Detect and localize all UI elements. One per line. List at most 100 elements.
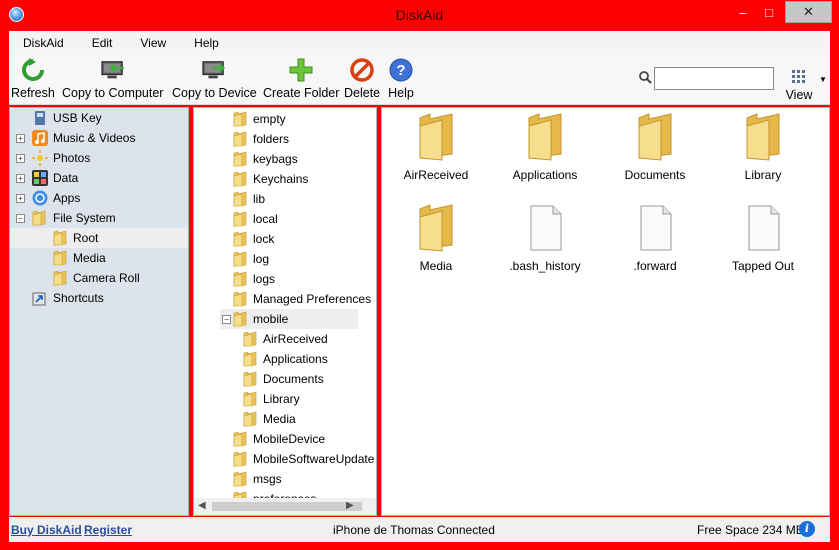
expand-icon[interactable]: + — [16, 154, 25, 163]
copy-to-computer-icon — [100, 57, 126, 83]
sidebar-item[interactable]: + Photos — [10, 148, 188, 168]
sidebar-item[interactable]: USB Key — [10, 108, 188, 128]
app-window: DiskAid – □ ✕ DiskAid Edit View Help Ref… — [0, 0, 839, 550]
folder-icon — [53, 270, 69, 286]
sidebar-item-label: Data — [53, 171, 79, 185]
tree-item[interactable]: Documents — [243, 369, 324, 389]
info-icon[interactable]: i — [799, 521, 815, 537]
file-item[interactable]: Media — [386, 203, 486, 273]
tree-item[interactable]: Keychains — [233, 169, 308, 189]
file-item[interactable]: .forward — [605, 203, 705, 273]
tree-item[interactable]: empty — [233, 109, 286, 129]
buy-link[interactable]: Buy DiskAid — [11, 523, 82, 537]
menu-bar: DiskAid Edit View Help — [9, 31, 830, 55]
view-dropdown-icon[interactable]: ▼ — [819, 75, 827, 84]
file-item[interactable]: Applications — [495, 112, 595, 182]
file-item-label: Library — [744, 168, 782, 182]
menu-help[interactable]: Help — [180, 36, 233, 50]
folder-icon — [743, 112, 783, 162]
expand-icon[interactable]: + — [16, 174, 25, 183]
sidebar-item-label: Music & Videos — [53, 131, 136, 145]
tree-item[interactable]: MobileDevice — [233, 429, 325, 449]
file-item[interactable]: AirReceived — [386, 112, 486, 182]
copy-to-device-button[interactable]: Copy to Device — [172, 57, 257, 100]
toolbar: Refresh Copy to Computer Copy to Device … — [9, 55, 830, 105]
tree-item[interactable]: lib — [233, 189, 265, 209]
file-item[interactable]: Tapped Out — [713, 203, 813, 273]
folder-tree: empty folders keybags Keychains lib local lock… — [193, 107, 377, 516]
sidebar-item[interactable]: Shortcuts — [10, 288, 188, 308]
collapse-icon[interactable]: − — [222, 315, 231, 324]
tree-item-label: empty — [253, 112, 286, 126]
copy-to-computer-button[interactable]: Copy to Computer — [62, 57, 163, 100]
tree-item-label: MobileDevice — [253, 432, 326, 446]
tree-item[interactable]: keybags — [233, 149, 298, 169]
scroll-left-icon[interactable]: ◀ — [198, 500, 206, 511]
expand-icon[interactable]: + — [16, 134, 25, 143]
tree-item[interactable]: lock — [233, 229, 274, 249]
sidebar-item-label: File System — [53, 211, 116, 225]
folder-icon — [32, 210, 48, 226]
maximize-button[interactable]: □ — [756, 1, 782, 23]
menu-diskaid[interactable]: DiskAid — [9, 36, 78, 50]
tree-item[interactable]: Media — [243, 409, 296, 429]
tree-item[interactable]: Library — [243, 389, 300, 409]
view-label: View — [785, 88, 813, 102]
grid-view-icon — [792, 70, 805, 83]
sidebar-item[interactable]: Camera Roll — [10, 268, 188, 288]
folder-icon — [233, 451, 247, 467]
tree-item[interactable]: log — [233, 249, 269, 269]
menu-edit[interactable]: Edit — [78, 36, 127, 50]
delete-button[interactable]: Delete — [344, 57, 380, 100]
tree-item[interactable]: Managed Preferences — [233, 289, 371, 309]
tree-item[interactable]: folders — [233, 129, 289, 149]
refresh-button[interactable]: Refresh — [11, 57, 55, 100]
expand-icon[interactable]: + — [16, 194, 25, 203]
tree-item[interactable]: local — [233, 209, 278, 229]
file-item[interactable]: Documents — [605, 112, 705, 182]
tree-item-label: keybags — [253, 152, 298, 166]
sidebar-item[interactable]: Root — [10, 228, 188, 248]
menu-view[interactable]: View — [126, 36, 180, 50]
help-label: Help — [388, 86, 414, 100]
help-button[interactable]: ? Help — [388, 57, 414, 100]
horizontal-scroll-thumb[interactable] — [212, 502, 362, 511]
sidebar-item[interactable]: + Apps — [10, 188, 188, 208]
file-icon — [635, 203, 675, 253]
search-input[interactable] — [654, 67, 774, 90]
scroll-right-icon[interactable]: ▶ — [346, 500, 354, 511]
folder-icon — [233, 131, 247, 147]
folder-icon — [233, 171, 247, 187]
view-button[interactable]: View — [784, 69, 814, 102]
tree-item[interactable]: logs — [233, 269, 275, 289]
tree-item[interactable]: Applications — [243, 349, 328, 369]
data-icon — [32, 170, 48, 186]
horizontal-scrollbar[interactable]: ◀ ▶ — [194, 498, 376, 515]
create-folder-button[interactable]: Create Folder — [263, 57, 339, 100]
folder-icon — [233, 211, 247, 227]
register-link[interactable]: Register — [84, 523, 132, 537]
tree-item[interactable]: MobileSoftwareUpdate — [233, 449, 374, 469]
collapse-icon[interactable]: − — [16, 214, 25, 223]
sidebar-item-label: Camera Roll — [73, 271, 140, 285]
free-space: Free Space 234 MB — [697, 523, 804, 537]
tree-item-label: lib — [253, 192, 266, 206]
tree-item[interactable]: AirReceived — [243, 329, 328, 349]
copy-to-device-icon — [201, 57, 227, 83]
minimize-button[interactable]: – — [730, 1, 756, 23]
tree-item[interactable]: msgs — [233, 469, 282, 489]
tree-item-label: Documents — [263, 372, 324, 386]
sidebar-item[interactable]: + Data — [10, 168, 188, 188]
file-item[interactable]: .bash_history — [495, 203, 595, 273]
sidebar-item[interactable]: − File System — [10, 208, 188, 228]
sidebar-item[interactable]: + Music & Videos — [10, 128, 188, 148]
close-button[interactable]: ✕ — [785, 1, 832, 23]
folder-icon — [233, 191, 247, 207]
file-item[interactable]: Library — [713, 112, 813, 182]
shortcut-icon — [32, 290, 48, 306]
sidebar-item[interactable]: Media — [10, 248, 188, 268]
tree-item[interactable]: − mobile — [220, 309, 358, 329]
file-item-label: Documents — [624, 168, 686, 182]
search-icon — [639, 71, 652, 84]
tree-item-label: Media — [263, 412, 296, 426]
